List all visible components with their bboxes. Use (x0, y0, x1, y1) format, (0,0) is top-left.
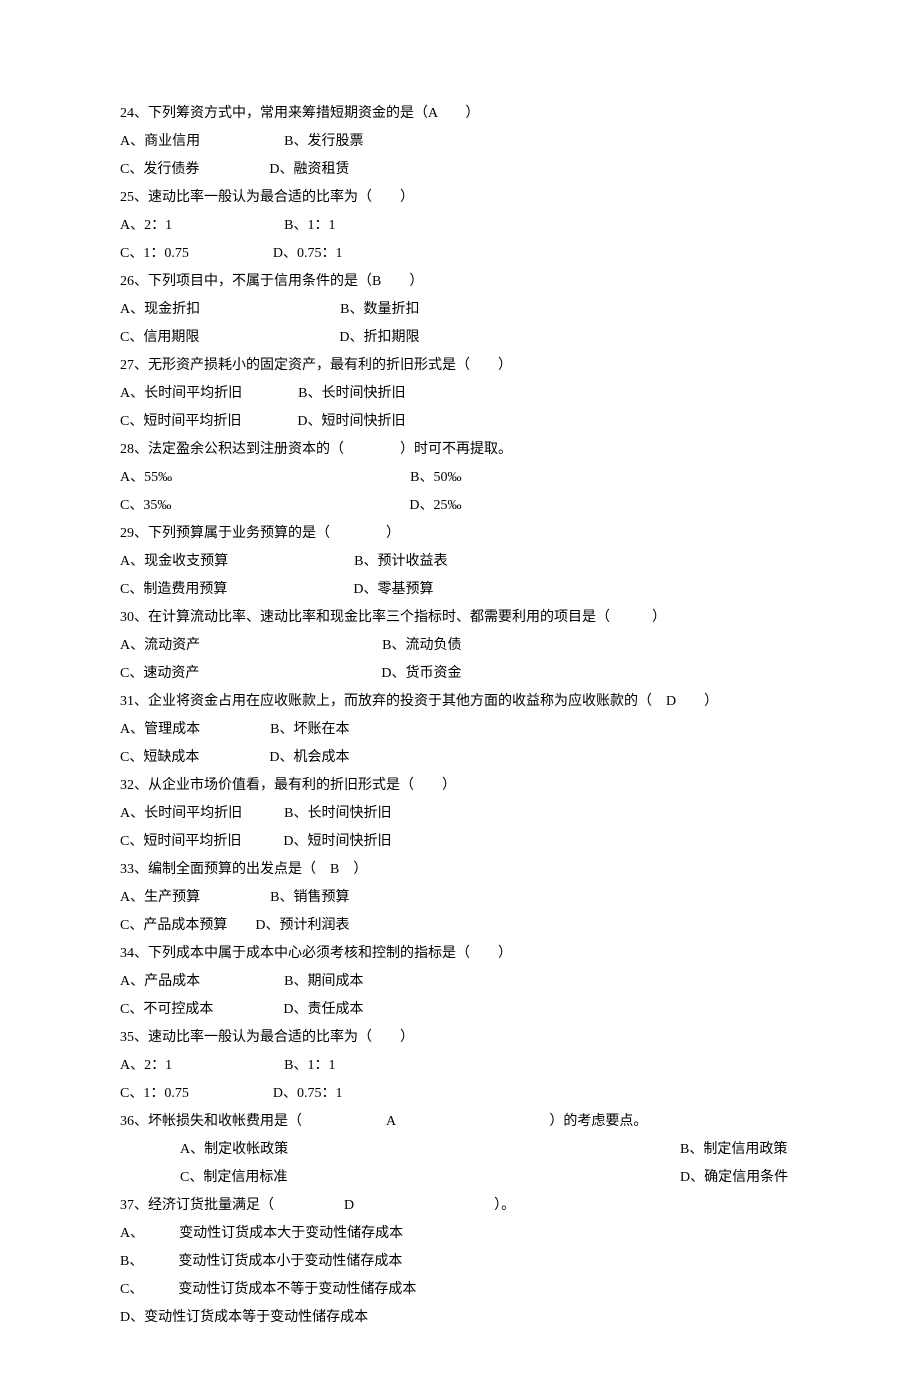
option-line: A、 变动性订货成本大于变动性储存成本 (120, 1220, 800, 1248)
question-text: 27、无形资产损耗小的固定资产，最有利的折旧形式是（ ） (120, 352, 800, 380)
question-text: 28、法定盈余公积达到注册资本的（ ）时可不再提取。 (120, 436, 800, 464)
question-block: 37、经济订货批量满足（ D ）。A、 变动性订货成本大于变动性储存成本B、 变… (120, 1192, 800, 1332)
question-block: 32、从企业市场价值看，最有利的折旧形式是（ ）A、长时间平均折旧 B、长时间快… (120, 772, 800, 856)
option-right: B、制定信用政策 (680, 1136, 787, 1164)
question-block: 31、企业将资金占用在应收账款上，而放弃的投资于其他方面的收益称为应收账款的（ … (120, 688, 800, 772)
exam-content: 24、下列筹资方式中，常用来筹措短期资金的是（A ）A、商业信用 B、发行股票C… (120, 100, 800, 1332)
question-text: 37、经济订货批量满足（ D ）。 (120, 1192, 800, 1220)
question-block: 25、速动比率一般认为最合适的比率为（ ）A、2：1 B、1：1C、1：0.75… (120, 184, 800, 268)
question-block: 34、下列成本中属于成本中心必须考核和控制的指标是（ ）A、产品成本 B、期间成… (120, 940, 800, 1024)
question-text: 32、从企业市场价值看，最有利的折旧形式是（ ） (120, 772, 800, 800)
option-line: A、管理成本 B、坏账在本 (120, 716, 800, 744)
question-block: 29、下列预算属于业务预算的是（ ）A、现金收支预算 B、预计收益表C、制造费用… (120, 520, 800, 604)
question-text: 24、下列筹资方式中，常用来筹措短期资金的是（A ） (120, 100, 800, 128)
option-line: C、35‰ D、25‰ (120, 492, 800, 520)
option-line: C、短缺成本 D、机会成本 (120, 744, 800, 772)
question-block: 30、在计算流动比率、速动比率和现金比率三个指标时、都需要利用的项目是（ ）A、… (120, 604, 800, 688)
option-line: C、1：0.75 D、0.75：1 (120, 240, 800, 268)
option-line: C、不可控成本 D、责任成本 (120, 996, 800, 1024)
option-line: C、制造费用预算 D、零基预算 (120, 576, 800, 604)
option-right: D、确定信用条件 (680, 1164, 788, 1192)
option-line: B、 变动性订货成本小于变动性储存成本 (120, 1248, 800, 1276)
option-left: C、制定信用标准 (180, 1170, 287, 1185)
option-line: C、速动资产 D、货币资金 (120, 660, 800, 688)
option-line: A、长时间平均折旧 B、长时间快折旧 (120, 800, 800, 828)
option-line: A、现金收支预算 B、预计收益表 (120, 548, 800, 576)
question-block: 35、速动比率一般认为最合适的比率为（ ）A、2：1 B、1：1C、1：0.75… (120, 1024, 800, 1108)
question-block: 27、无形资产损耗小的固定资产，最有利的折旧形式是（ ）A、长时间平均折旧 B、… (120, 352, 800, 436)
question-text: 31、企业将资金占用在应收账款上，而放弃的投资于其他方面的收益称为应收账款的（ … (120, 688, 800, 716)
option-line: C、发行债券 D、融资租赁 (120, 156, 800, 184)
option-line: C、短时间平均折旧 D、短时间快折旧 (120, 828, 800, 856)
question-block: 33、编制全面预算的出发点是（ B ）A、生产预算 B、销售预算C、产品成本预算… (120, 856, 800, 940)
question-text: 29、下列预算属于业务预算的是（ ） (120, 520, 800, 548)
option-line: A、流动资产 B、流动负债 (120, 632, 800, 660)
option-line: C、制定信用标准 D、确定信用条件 (120, 1164, 800, 1192)
question-text: 35、速动比率一般认为最合适的比率为（ ） (120, 1024, 800, 1052)
option-line: C、信用期限 D、折扣期限 (120, 324, 800, 352)
option-left: A、制定收帐政策 (180, 1142, 288, 1157)
question-text: 25、速动比率一般认为最合适的比率为（ ） (120, 184, 800, 212)
question-block: 26、下列项目中，不属于信用条件的是（B ）A、现金折扣 B、数量折扣C、信用期… (120, 268, 800, 352)
option-line: A、商业信用 B、发行股票 (120, 128, 800, 156)
question-block: 36、坏帐损失和收帐费用是（ A ）的考虑要点。 A、制定收帐政策 B、制定信用政策… (120, 1108, 800, 1192)
question-text: 34、下列成本中属于成本中心必须考核和控制的指标是（ ） (120, 940, 800, 968)
question-text: 36、坏帐损失和收帐费用是（ A ）的考虑要点。 (120, 1108, 800, 1136)
option-line: A、现金折扣 B、数量折扣 (120, 296, 800, 324)
option-line: A、2：1 B、1：1 (120, 212, 800, 240)
question-text: 33、编制全面预算的出发点是（ B ） (120, 856, 800, 884)
option-line: A、制定收帐政策 B、制定信用政策 (120, 1136, 800, 1164)
option-line: A、2：1 B、1：1 (120, 1052, 800, 1080)
option-line: D、变动性订货成本等于变动性储存成本 (120, 1304, 800, 1332)
option-line: A、长时间平均折旧 B、长时间快折旧 (120, 380, 800, 408)
option-line: C、短时间平均折旧 D、短时间快折旧 (120, 408, 800, 436)
option-line: C、 变动性订货成本不等于变动性储存成本 (120, 1276, 800, 1304)
question-text: 30、在计算流动比率、速动比率和现金比率三个指标时、都需要利用的项目是（ ） (120, 604, 800, 632)
option-line: C、产品成本预算 D、预计利润表 (120, 912, 800, 940)
option-line: A、55‰ B、50‰ (120, 464, 800, 492)
question-text: 26、下列项目中，不属于信用条件的是（B ） (120, 268, 800, 296)
question-block: 28、法定盈余公积达到注册资本的（ ）时可不再提取。A、55‰ B、50‰C、3… (120, 436, 800, 520)
option-line: C、1：0.75 D、0.75：1 (120, 1080, 800, 1108)
option-line: A、生产预算 B、销售预算 (120, 884, 800, 912)
question-block: 24、下列筹资方式中，常用来筹措短期资金的是（A ）A、商业信用 B、发行股票C… (120, 100, 800, 184)
option-line: A、产品成本 B、期间成本 (120, 968, 800, 996)
